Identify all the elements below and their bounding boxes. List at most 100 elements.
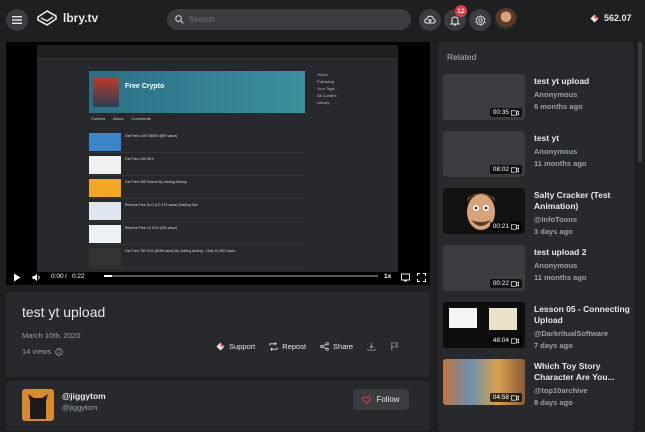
channel-avatar[interactable]	[22, 389, 54, 421]
related-channel[interactable]: @top10archive	[534, 385, 634, 396]
embedded-row: Get Free 1457 MESH ($90 value)	[89, 131, 305, 153]
seek-bar[interactable]	[104, 275, 378, 277]
related-channel[interactable]: @DarkritualSoftware	[534, 328, 634, 339]
player-controls: 0:00 / 0:22 1x	[6, 270, 430, 285]
repost-button[interactable]: Repost	[269, 342, 306, 351]
embedded-channel-title: Free Crypto	[125, 83, 165, 90]
user-avatar[interactable]	[495, 8, 517, 30]
report-flag-icon[interactable]	[390, 342, 399, 351]
related-channel[interactable]: Anonymous	[534, 260, 634, 271]
related-item[interactable]: 04:58 Which Toy Story Character Are You.…	[443, 359, 633, 409]
related-age: 6 months ago	[534, 102, 583, 111]
scrollbar-thumb[interactable]	[638, 42, 642, 162]
related-title[interactable]: Salty Cracker (Test Animation)	[534, 190, 634, 212]
embedded-row-thumbnail	[89, 202, 121, 220]
embedded-row-title: Get Free 750 XVS ($298 value) By Joining…	[125, 249, 236, 253]
search-icon	[175, 15, 184, 24]
related-thumbnail[interactable]: 08:02	[443, 131, 525, 177]
video-camera-icon	[511, 280, 519, 287]
embedded-header	[37, 45, 398, 59]
duration-text: 48:04	[492, 337, 509, 344]
book-cover-image	[489, 308, 517, 330]
duration-badge: 00:21	[489, 222, 522, 231]
video-info-card: test yt upload March 10th, 2020 14 views…	[6, 292, 430, 377]
related-item[interactable]: 08:02 test yt Anonymous 11 months ago	[443, 131, 633, 181]
embedded-side-link: Your Tags	[317, 86, 335, 91]
embedded-row-title: Get Free 163 HEX	[125, 157, 154, 161]
play-icon[interactable]	[13, 273, 21, 282]
related-item[interactable]: 48:04 Lesson 05 - Connecting Upload @Dar…	[443, 302, 633, 352]
download-icon[interactable]	[367, 342, 376, 351]
upload-button[interactable]	[419, 9, 441, 31]
share-button[interactable]: Share	[320, 342, 353, 351]
home-logo[interactable]: lbry.tv	[37, 10, 98, 26]
related-title[interactable]: test upload 2	[534, 247, 634, 258]
related-thumbnail[interactable]: 04:58	[443, 359, 525, 405]
top-bar: lbry.tv 12 562.07	[0, 0, 645, 38]
heart-icon	[362, 395, 372, 404]
related-thumbnail[interactable]: 00:22	[443, 245, 525, 291]
search-bar[interactable]	[167, 9, 411, 30]
follow-button[interactable]: Follow	[353, 389, 409, 410]
related-channel[interactable]: Anonymous	[534, 89, 634, 100]
related-info: test upload 2 Anonymous 11 months ago	[534, 247, 634, 283]
gear-icon	[474, 14, 486, 26]
embedded-row-thumbnail	[89, 156, 121, 174]
playback-speed-button[interactable]: 1x	[384, 273, 391, 280]
related-thumbnail[interactable]: 48:04	[443, 302, 525, 348]
cloud-upload-icon	[424, 15, 436, 24]
channel-name[interactable]: @jiggytom	[62, 391, 106, 401]
related-age: 11 months ago	[534, 273, 587, 282]
related-info: Which Toy Story Character Are You... @to…	[534, 361, 634, 408]
related-age: 3 days ago	[534, 227, 573, 236]
related-item[interactable]: 00:22 test upload 2 Anonymous 11 months …	[443, 245, 633, 295]
related-item[interactable]: 00:21 Salty Cracker (Test Animation) @In…	[443, 188, 633, 238]
volume-icon[interactable]	[32, 273, 41, 282]
related-channel[interactable]: @InfoToons	[534, 214, 634, 225]
embedded-channel-banner: Free Crypto	[89, 71, 305, 113]
notification-badge: 12	[455, 5, 467, 17]
lbc-credits-icon	[590, 13, 599, 23]
related-info: test yt Anonymous 11 months ago	[534, 133, 634, 169]
search-input[interactable]	[189, 15, 389, 24]
embedded-side-link: All Content	[317, 93, 337, 98]
related-title[interactable]: test yt upload	[534, 76, 634, 87]
embedded-side-link: Home	[317, 72, 328, 77]
related-heading: Related	[447, 52, 477, 62]
embedded-row-thumbnail	[89, 133, 121, 151]
related-title[interactable]: Lesson 05 - Connecting Upload	[534, 304, 634, 326]
related-title[interactable]: Which Toy Story Character Are You...	[534, 361, 634, 383]
related-item[interactable]: 00:35 test yt upload Anonymous 6 months …	[443, 74, 633, 124]
wallet-balance[interactable]: 562.07	[590, 13, 632, 23]
follow-label: Follow	[376, 395, 400, 404]
repost-icon	[269, 342, 278, 351]
duration-badge: 48:04	[489, 336, 522, 345]
duration-badge: 00:22	[489, 279, 522, 288]
related-thumbnail[interactable]: 00:21	[443, 188, 525, 234]
embedded-tab: Content	[91, 116, 106, 121]
video-camera-icon	[511, 337, 519, 344]
support-button[interactable]: Support	[216, 342, 255, 351]
related-info: Lesson 05 - Connecting Upload @Darkritua…	[534, 304, 634, 351]
support-label: Support	[229, 342, 256, 351]
related-thumbnail[interactable]: 00:35	[443, 74, 525, 120]
channel-handle: @jiggytom	[62, 403, 98, 412]
duration-text: 00:22	[492, 280, 509, 287]
related-panel: Related 00:35 test yt upload Anonymous 6…	[438, 42, 634, 432]
video-player[interactable]: Free Crypto Content About Comments Get F…	[6, 42, 430, 285]
embedded-row-title: Receive Free DLG (LD 174 value) Staking …	[125, 203, 198, 207]
picture-in-picture-icon[interactable]	[401, 273, 410, 282]
page-scrollbar[interactable]	[637, 42, 643, 423]
total-time: 0:22	[72, 273, 85, 280]
menu-button[interactable]	[6, 9, 28, 31]
related-channel[interactable]: Anonymous	[534, 146, 634, 157]
settings-button[interactable]	[469, 9, 491, 31]
fullscreen-icon[interactable]	[417, 273, 426, 282]
duration-badge: 00:35	[489, 108, 522, 117]
related-title[interactable]: test yt	[534, 133, 634, 144]
embedded-row-thumbnail	[89, 225, 121, 243]
info-icon[interactable]	[55, 347, 63, 356]
cat-avatar-icon	[28, 394, 48, 419]
related-info: Salty Cracker (Test Animation) @InfoToon…	[534, 190, 634, 237]
embedded-row-title: Get Free 1457 MESH ($90 value)	[125, 134, 178, 138]
